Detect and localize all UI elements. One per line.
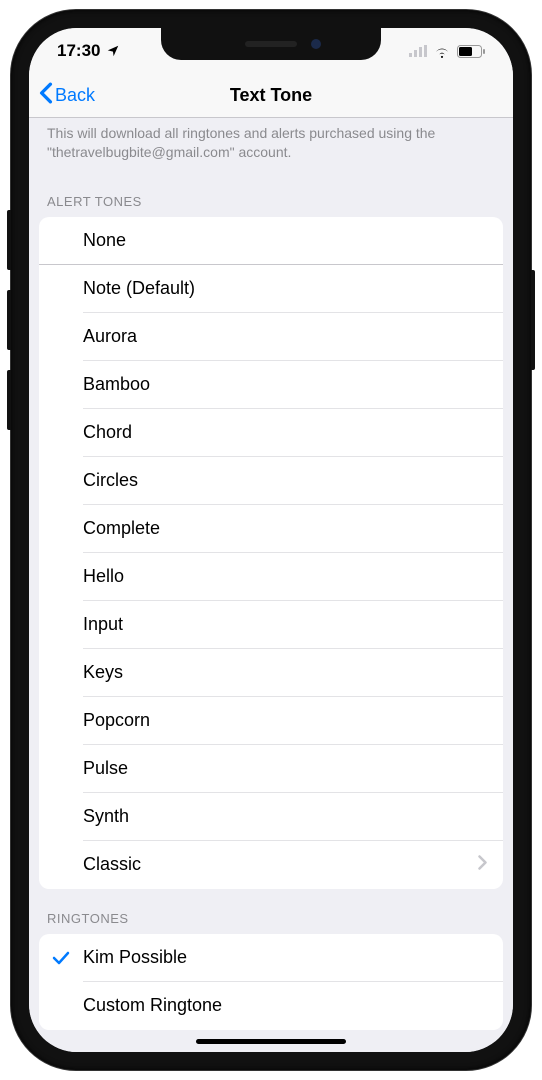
alert-tone-item[interactable]: Keys	[39, 649, 503, 697]
section-header-ringtones: RINGTONES	[29, 889, 513, 934]
alert-tone-item[interactable]: Input	[39, 601, 503, 649]
cellular-icon	[409, 45, 427, 57]
wifi-icon	[433, 45, 451, 58]
alert-tone-label: Circles	[83, 470, 487, 491]
alert-tone-item[interactable]: Hello	[39, 553, 503, 601]
alert-tone-label: Synth	[83, 806, 487, 827]
alert-tone-label: Chord	[83, 422, 487, 443]
alert-tone-label: Note (Default)	[83, 278, 487, 299]
ringtone-label: Custom Ringtone	[83, 995, 487, 1016]
home-indicator[interactable]	[196, 1039, 346, 1044]
status-time: 17:30	[57, 41, 100, 61]
chevron-left-icon	[39, 82, 53, 109]
notch	[161, 28, 381, 60]
back-button[interactable]: Back	[29, 82, 95, 109]
front-camera	[311, 39, 321, 49]
alert-tone-item[interactable]: Synth	[39, 793, 503, 841]
alert-tone-label: Complete	[83, 518, 487, 539]
alert-tone-label: Popcorn	[83, 710, 487, 731]
alert-tone-item[interactable]: Pulse	[39, 745, 503, 793]
battery-icon	[457, 45, 485, 58]
chevron-right-icon	[478, 855, 487, 875]
alert-tone-item[interactable]: Aurora	[39, 313, 503, 361]
alert-tone-item[interactable]: None	[39, 217, 503, 265]
alert-tone-item[interactable]: Circles	[39, 457, 503, 505]
speaker	[245, 41, 297, 47]
ringtone-item[interactable]: Custom Ringtone	[39, 982, 503, 1030]
phone-frame: 17:30	[11, 10, 531, 1070]
alert-tone-item[interactable]: Classic	[39, 841, 503, 889]
alert-tone-label: Classic	[83, 854, 478, 875]
ringtones-list: Kim Possible Custom Ringtone	[39, 934, 503, 1030]
location-icon	[106, 44, 120, 58]
ringtone-label: Kim Possible	[83, 947, 487, 968]
alert-tones-list: None Note (Default) Aurora Bamboo Chord Circl…	[39, 217, 503, 889]
nav-bar: Back Text Tone	[29, 74, 513, 118]
alert-tone-item[interactable]: Popcorn	[39, 697, 503, 745]
alert-tone-label: Aurora	[83, 326, 487, 347]
alert-tone-label: Keys	[83, 662, 487, 683]
alert-tone-label: Hello	[83, 566, 487, 587]
alert-tone-item[interactable]: Note (Default)	[39, 265, 503, 313]
ringtone-item[interactable]: Kim Possible	[39, 934, 503, 982]
content-scroll[interactable]: This will download all ringtones and ale…	[29, 118, 513, 1052]
alert-tone-label: Input	[83, 614, 487, 635]
info-text: This will download all ringtones and ale…	[29, 118, 513, 172]
alert-tone-item[interactable]: Bamboo	[39, 361, 503, 409]
page-title: Text Tone	[29, 85, 513, 106]
screen: 17:30	[29, 28, 513, 1052]
alert-tone-item[interactable]: Complete	[39, 505, 503, 553]
back-label: Back	[55, 85, 95, 106]
section-header-alert-tones: ALERT TONES	[29, 172, 513, 217]
alert-tone-label: Pulse	[83, 758, 487, 779]
checkmark-icon	[39, 950, 83, 966]
alert-tone-item[interactable]: Chord	[39, 409, 503, 457]
alert-tone-label: None	[83, 230, 487, 251]
alert-tone-label: Bamboo	[83, 374, 487, 395]
